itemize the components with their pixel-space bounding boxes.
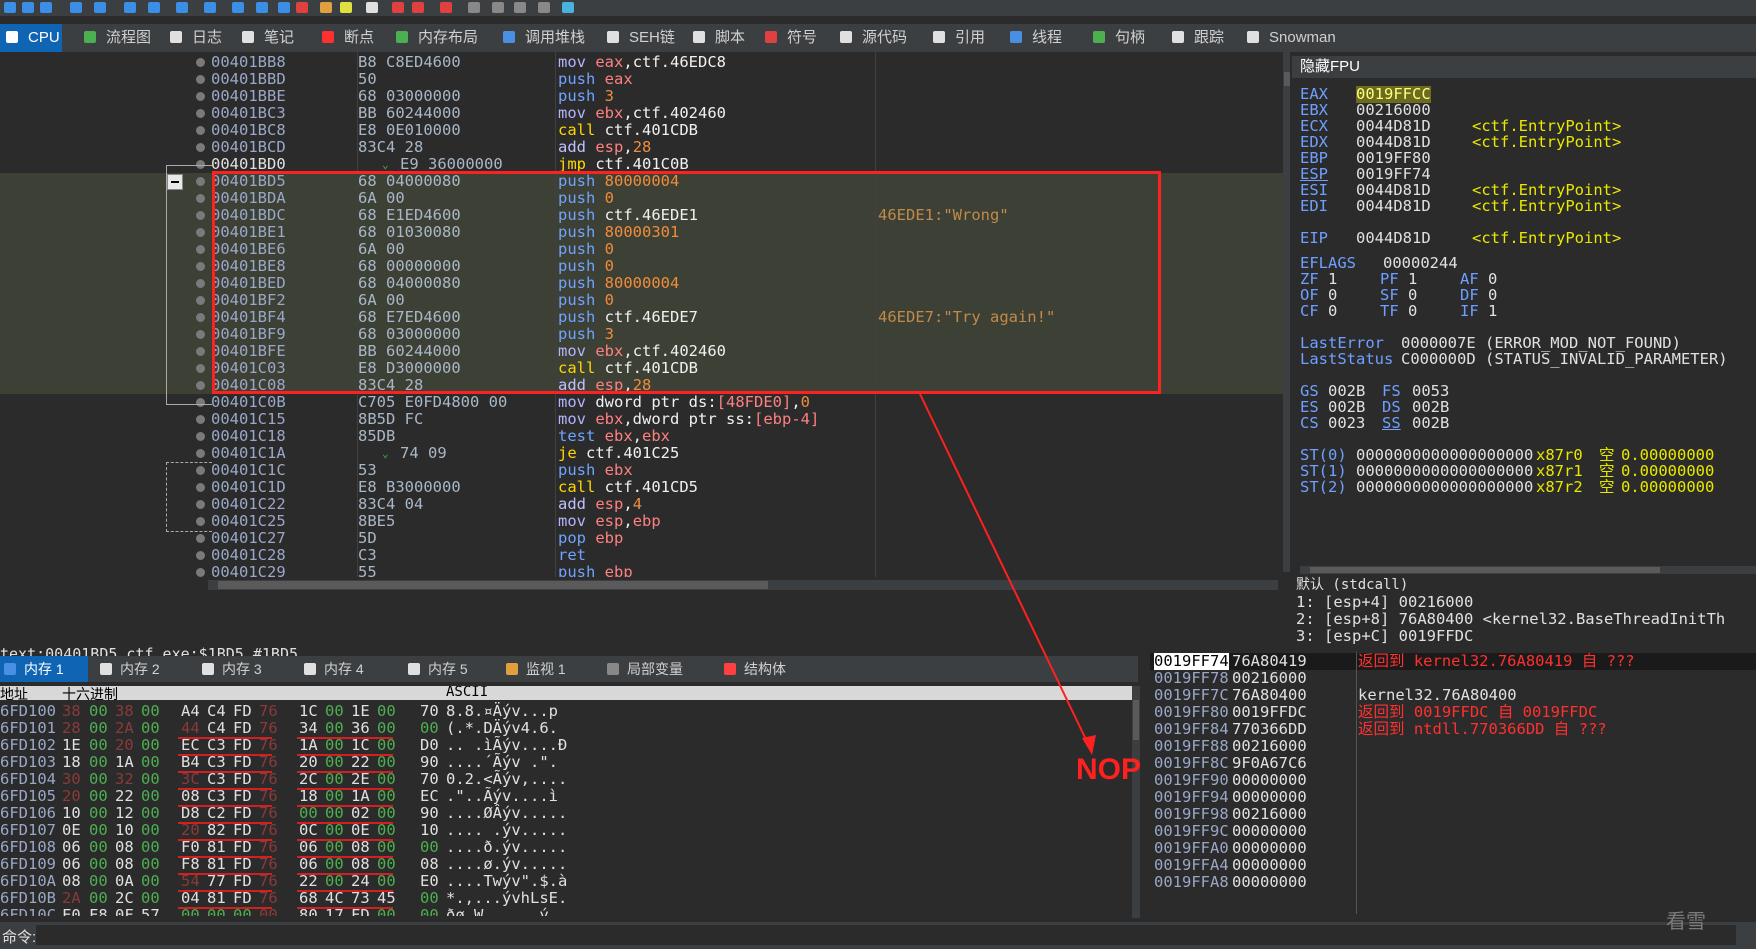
nop-annotation: NOP — [1076, 753, 1142, 786]
watermark: 看雪 — [1666, 911, 1706, 933]
annotation-arrow — [919, 393, 1096, 755]
